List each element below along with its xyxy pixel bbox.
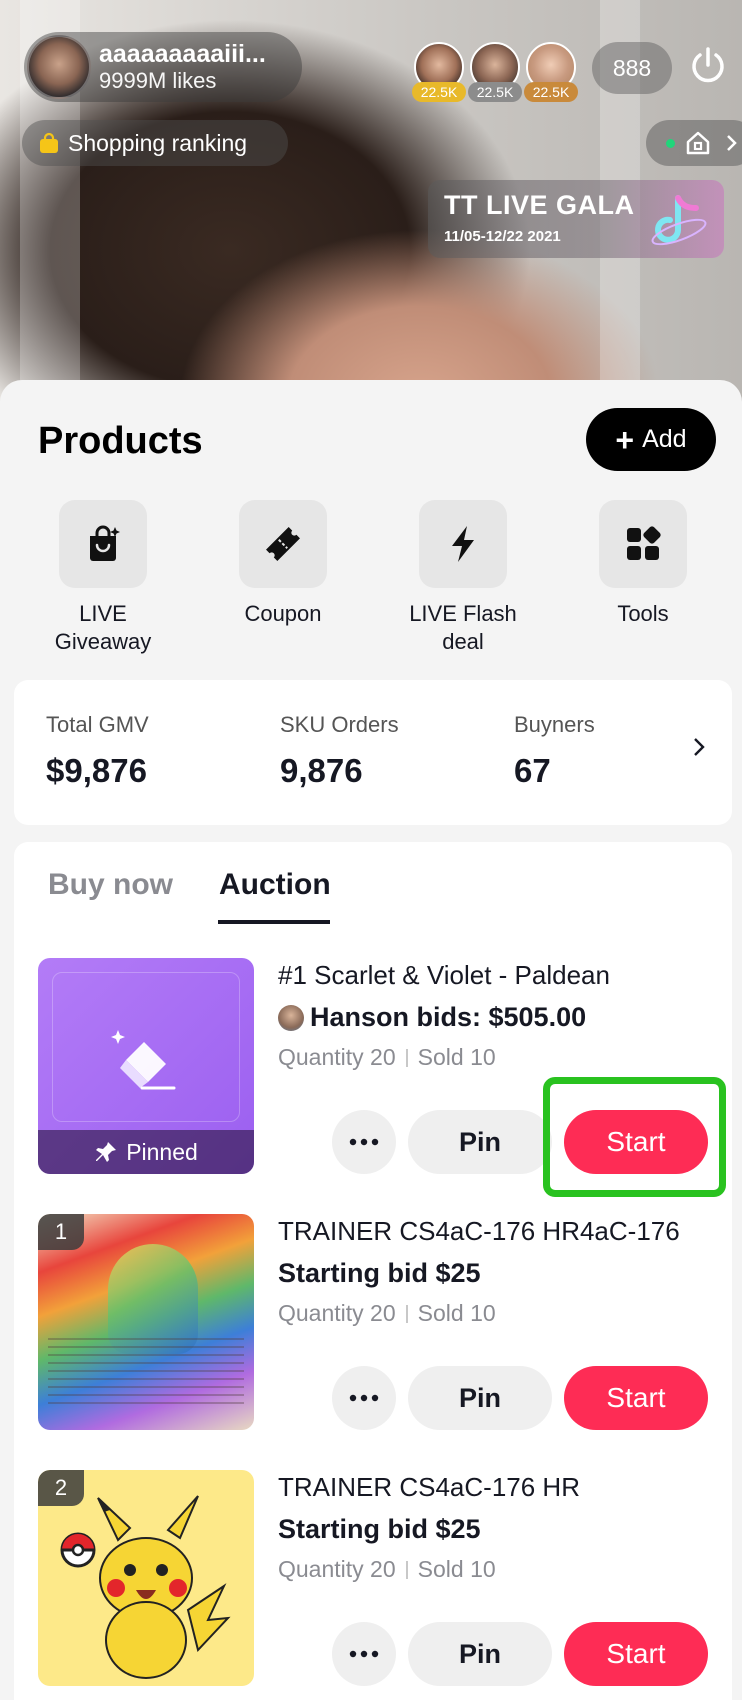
start-button-highlight [543,1077,726,1197]
live-gala-banner[interactable]: TT LIVE GALA 11/05-12/22 2021 [428,180,724,258]
add-button-label: Add [642,425,687,453]
stat-total-gmv: Total GMV $9,876 [46,712,149,790]
pin-button[interactable]: Pin [408,1366,552,1430]
pin-icon [96,1142,117,1162]
tool-live-flash-deal[interactable]: LIVE Flash deal [393,500,533,656]
viewer-avatar[interactable]: 22.5K [524,42,578,102]
product-quantity: Quantity 20 [278,1556,396,1582]
start-auction-button[interactable]: Start [564,1366,708,1430]
tab-auction[interactable]: Auction [219,868,331,902]
tool-label: Tools [617,601,669,626]
ellipsis-icon [349,1394,379,1402]
viewer-gift-count: 22.5K [412,82,466,102]
shopping-bag-icon [40,132,58,153]
ellipsis-icon [349,1650,379,1658]
product-title: #1 Scarlet & Violet - Paldean [278,960,610,990]
product-rank-badge: 2 [38,1470,84,1506]
stat-label: Buyners [514,712,595,737]
tool-label: LIVE Flash deal [409,601,517,654]
host-info-pill[interactable]: aaaaaaaaaiii... 9999M likes [24,32,302,102]
product-sold: Sold 10 [417,1556,496,1582]
gala-dates: 11/05-12/22 2021 [444,228,561,245]
ellipsis-icon [349,1138,379,1146]
pinned-badge: Pinned [38,1130,254,1174]
stat-buyers: Buyners 67 [514,712,595,790]
stat-sku-orders: SKU Orders 9,876 [280,712,399,790]
power-icon[interactable] [686,44,730,88]
product-sold: Sold 10 [417,1044,496,1070]
stat-value: $9,876 [46,752,147,789]
product-image[interactable]: 2 [38,1470,254,1686]
panel-title: Products [38,420,203,462]
live-status-dot [666,139,675,148]
active-tab-indicator [218,920,330,924]
viewer-gift-count: 22.5K [524,82,578,102]
product-item[interactable]: 2 TRAINER CS4aC-176 HR Starting bid $25 … [38,1470,708,1686]
viewer-avatar[interactable]: 22.5K [412,42,466,102]
more-options-button[interactable] [332,1110,396,1174]
coupon-ticket-icon [239,500,327,588]
starting-bid: Starting bid $25 [278,1514,481,1544]
pinned-label: Pinned [126,1138,198,1165]
pin-button[interactable]: Pin [408,1622,552,1686]
product-image[interactable]: Pinned [38,958,254,1174]
pikachu-illustration [60,1495,231,1679]
tab-buy-now[interactable]: Buy now [48,868,173,902]
tool-coupon[interactable]: Coupon [213,500,353,628]
gala-title: TT LIVE GALA [444,190,635,220]
product-quantity: Quantity 20 [278,1044,396,1070]
host-avatar[interactable] [27,35,91,99]
sales-stats-card[interactable]: Total GMV $9,876 SKU Orders 9,876 Buyner… [14,680,732,825]
shopping-ranking-pill[interactable]: Shopping ranking [22,120,288,166]
giveaway-bag-icon [59,500,147,588]
tool-label: LIVE Giveaway [54,601,152,654]
tool-live-giveaway[interactable]: LIVE Giveaway [33,500,173,656]
stat-value: 9,876 [280,752,363,789]
product-title: TRAINER CS4aC-176 HR4aC-176 [278,1216,680,1246]
product-sold: Sold 10 [417,1300,496,1326]
stat-label: Total GMV [46,712,149,737]
more-options-button[interactable] [332,1622,396,1686]
chevron-right-icon[interactable] [692,736,706,758]
more-options-button[interactable] [332,1366,396,1430]
shopping-ranking-label: Shopping ranking [68,129,248,156]
chevron-right-icon [727,135,737,151]
host-likes: 9999M likes [99,68,217,93]
stat-label: SKU Orders [280,712,399,737]
starting-bid: Starting bid $25 [278,1258,481,1288]
home-icon [686,131,710,155]
tool-tools[interactable]: Tools [573,500,713,628]
lightning-icon [419,500,507,588]
product-quantity: Quantity 20 [278,1300,396,1326]
host-name: aaaaaaaaaiii... [99,40,266,68]
pin-button[interactable]: Pin [408,1110,552,1174]
current-bid: Hanson bids: $505.00 [310,1002,587,1032]
add-product-button[interactable]: + Add [586,408,716,471]
stat-value: 67 [514,752,551,789]
product-rank-badge: 1 [38,1214,84,1250]
live-room-pill[interactable] [646,120,742,166]
product-item[interactable]: 1 TRAINER CS4aC-176 HR4aC-176 Starting b… [38,1214,708,1430]
grid-tools-icon [599,500,687,588]
viewer-gift-count: 22.5K [468,82,522,102]
plus-icon: + [615,421,635,458]
product-title: TRAINER CS4aC-176 HR [278,1472,580,1502]
start-auction-button[interactable]: Start [564,1622,708,1686]
viewer-avatar[interactable]: 22.5K [468,42,522,102]
viewer-count[interactable]: 888 [592,42,672,94]
auction-hammer-icon [111,1030,176,1090]
top-viewers[interactable]: 22.5K 22.5K 22.5K [412,42,582,102]
product-image[interactable]: 1 [38,1214,254,1430]
tiktok-note-icon [651,195,707,246]
tool-label: Coupon [244,601,322,626]
bidder-avatar [278,1004,304,1031]
